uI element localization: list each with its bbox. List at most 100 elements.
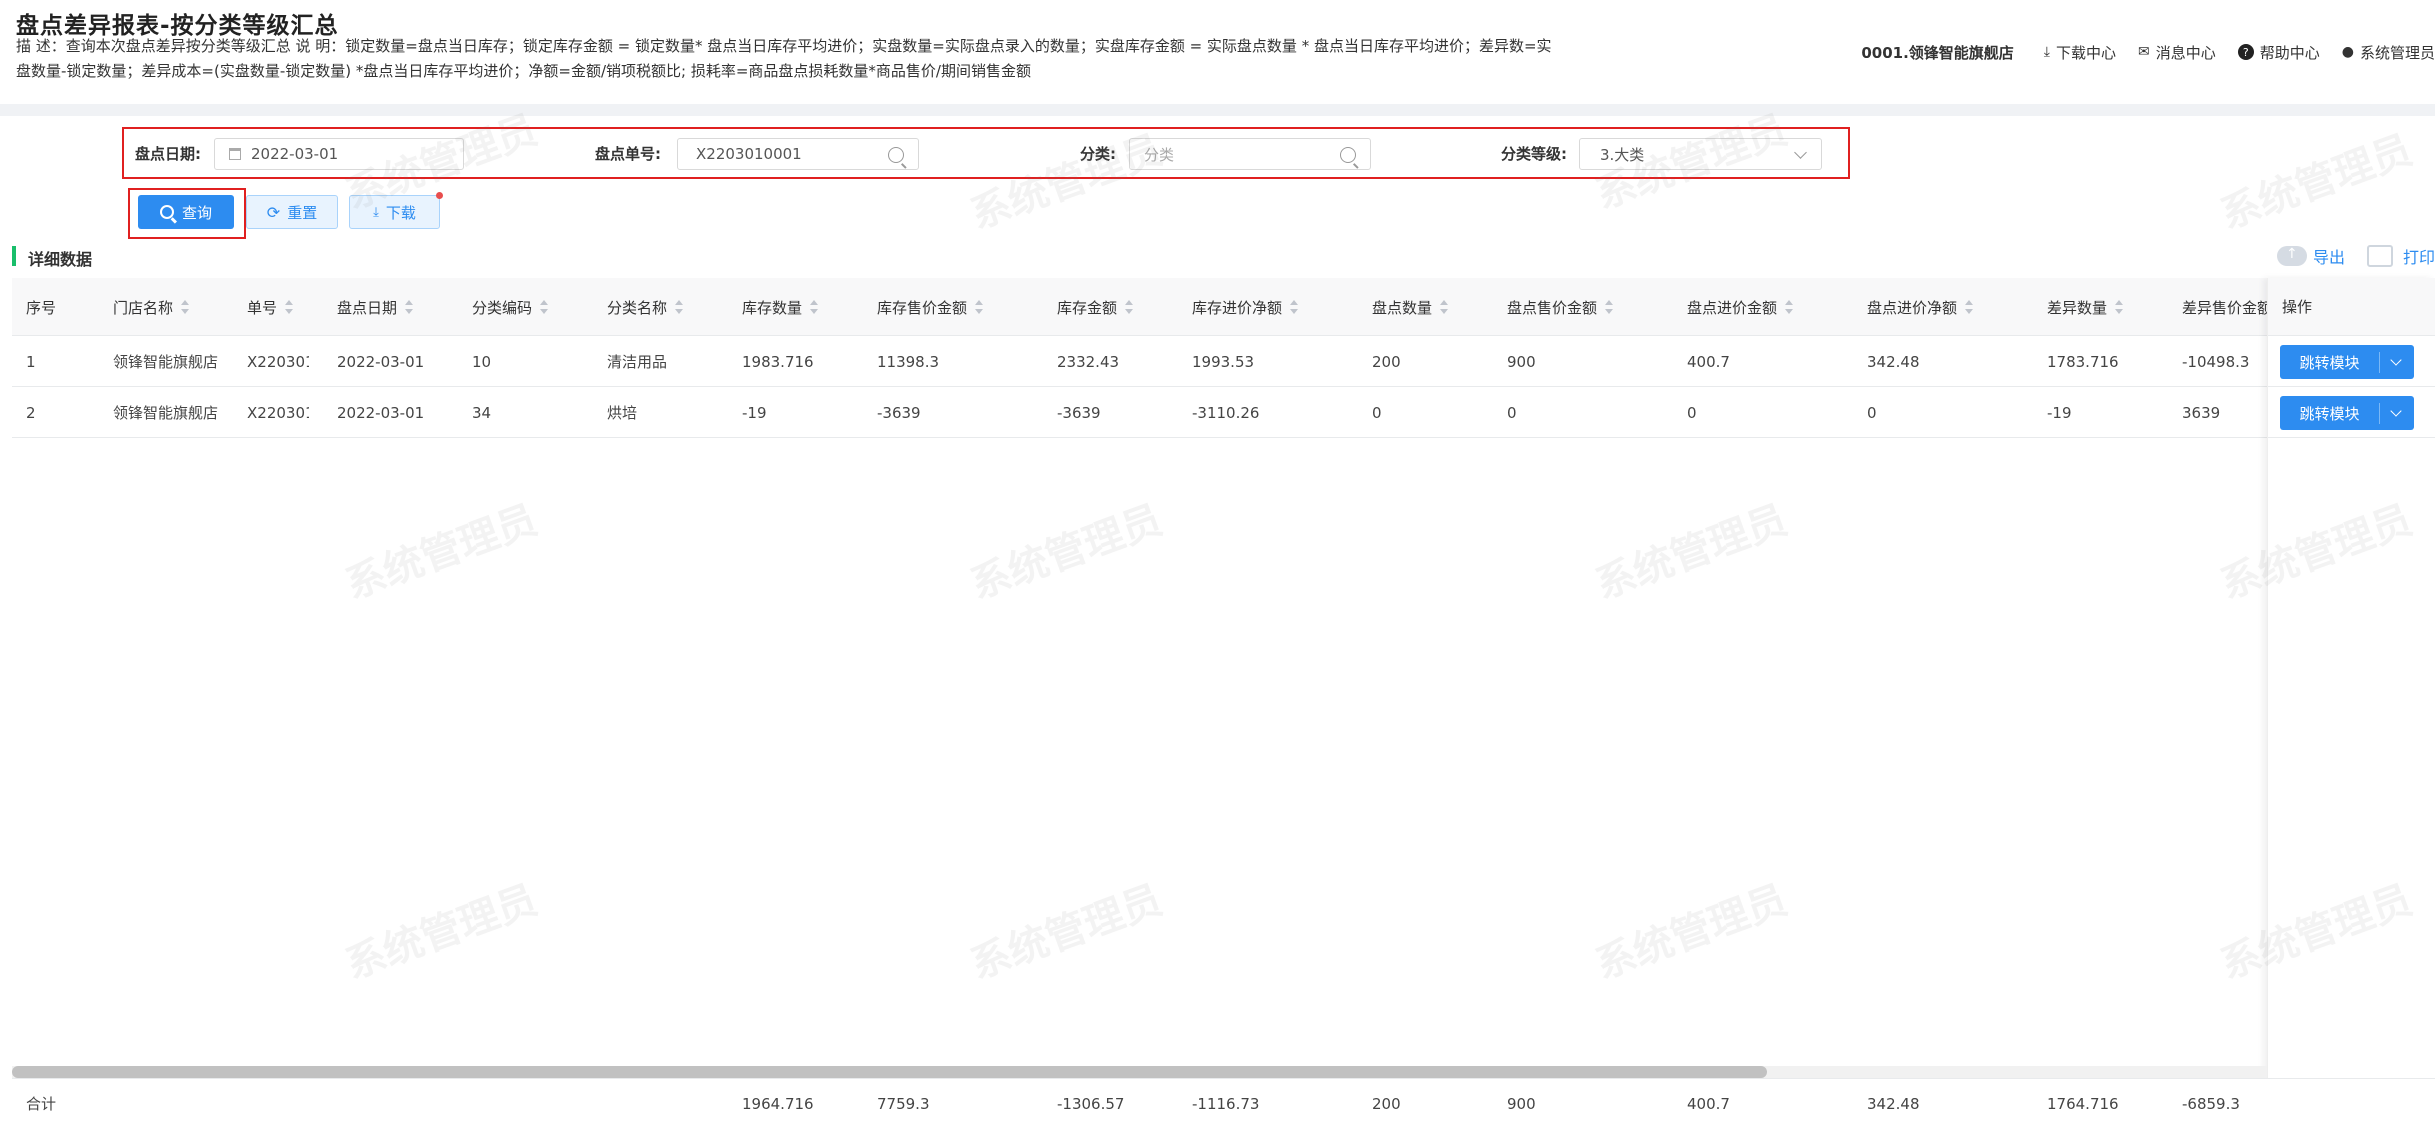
column-header[interactable]: 盘点进价净额 [1867, 278, 2042, 336]
download-button[interactable]: ⤓ 下载 [349, 195, 440, 229]
section-accent [12, 246, 16, 266]
table-total-row: 合计 1964.716 7759.3 -1306.57 -1116.73 200 900 40… [12, 1078, 2435, 1127]
column-header[interactable]: 盘点日期 [337, 278, 467, 336]
total-cell: -6859.3 [2182, 1094, 2240, 1113]
column-header[interactable]: 分类编码 [472, 278, 602, 336]
printer-icon[interactable] [2366, 245, 2393, 267]
message-center-link[interactable]: ✉ 消息中心 [2138, 42, 2216, 63]
column-header[interactable]: 库存售价金额 [877, 278, 1052, 336]
reset-button[interactable]: ⟳ 重置 [246, 195, 338, 229]
total-cell: -1116.73 [1192, 1094, 1260, 1113]
refresh-icon: ⟳ [266, 202, 281, 222]
watermark: 系统管理员 [2214, 126, 2419, 239]
column-header[interactable]: 分类名称 [607, 278, 737, 336]
total-cell: 7759.3 [877, 1094, 930, 1113]
download-icon: ⤓ [373, 204, 379, 220]
jump-module-label: 跳转模块 [2280, 351, 2380, 373]
jump-module-button[interactable]: 跳转模块 [2280, 396, 2414, 430]
column-header[interactable]: 库存数量 [742, 278, 872, 336]
table-cell: 1783.716 [2047, 352, 2119, 371]
column-header-label: 库存金额 [1057, 298, 1118, 317]
level-select[interactable]: 3.大类 [1579, 138, 1822, 170]
sort-icon[interactable] [1965, 300, 1974, 314]
chevron-down-icon[interactable] [2380, 345, 2414, 379]
total-cell [113, 1079, 243, 1127]
column-header-label: 库存进价净额 [1192, 298, 1283, 317]
table-cell: 400.7 [1687, 352, 1730, 371]
sort-icon[interactable] [810, 300, 819, 314]
sort-icon[interactable] [975, 300, 984, 314]
total-cell [247, 1079, 332, 1127]
column-header[interactable]: 盘点数量 [1372, 278, 1502, 336]
table-cell: 11398.3 [877, 352, 940, 371]
table-cell: 烘培 [607, 404, 638, 422]
column-header[interactable]: 盘点售价金额 [1507, 278, 1682, 336]
table-cell: 342.48 [1867, 352, 1920, 371]
total-cell [472, 1079, 602, 1127]
table-cell: -19 [742, 403, 767, 422]
sort-icon[interactable] [1785, 300, 1794, 314]
table-cell: X2203010001 [247, 352, 309, 371]
column-header[interactable]: 差异售价金额 [2182, 278, 2289, 336]
sort-icon[interactable] [1290, 300, 1299, 314]
table-cell: 10 [472, 352, 492, 371]
user-menu[interactable]: ● 系统管理员 [2342, 42, 2435, 63]
order-input[interactable]: X2203010001 [677, 138, 919, 170]
sort-icon[interactable] [1440, 300, 1449, 314]
table-cell: 1983.716 [742, 352, 814, 371]
cloud-upload-icon[interactable] [2276, 246, 2307, 266]
export-button[interactable]: 导出 [2313, 244, 2345, 268]
jump-module-button[interactable]: 跳转模块 [2280, 345, 2414, 379]
horizontal-scrollbar[interactable] [12, 1066, 2267, 1078]
column-header-label: 差异数量 [2047, 298, 2108, 317]
user-name: 系统管理员 [2359, 43, 2435, 62]
column-header-label: 差异售价金额 [2182, 298, 2273, 317]
table-cell: 1 [26, 352, 36, 371]
column-header[interactable]: 门店名称 [113, 278, 243, 336]
jump-module-label: 跳转模块 [2280, 402, 2380, 424]
order-value: X2203010001 [696, 145, 802, 163]
chevron-down-icon[interactable] [2380, 396, 2414, 430]
print-button[interactable]: 打印 [2403, 244, 2435, 268]
table-cell: 0 [1867, 403, 1877, 422]
download-center-label: 下载中心 [2055, 43, 2116, 62]
sort-icon[interactable] [1125, 300, 1134, 314]
help-center-link[interactable]: ? 帮助中心 [2237, 42, 2320, 63]
filter-bar: 盘点日期: 2022-03-01 盘点单号: X2203010001 分类: 分… [122, 127, 1850, 179]
sort-icon[interactable] [675, 300, 684, 314]
download-icon: ⤓ [2043, 44, 2050, 60]
data-table: 序号 门店名称 单号 盘点日期 分类编码 分类名称 库存数量 库存售价金额 库存金额 库存进价净额… [12, 278, 2435, 1078]
sort-icon[interactable] [1605, 300, 1614, 314]
column-header: 序号 [26, 278, 106, 336]
table-cell: -10498.3 [2182, 352, 2250, 371]
table-cell: -3110.26 [1192, 403, 1260, 422]
column-header[interactable]: 库存金额 [1057, 278, 1187, 336]
message-center-label: 消息中心 [2155, 43, 2216, 62]
column-header[interactable]: 盘点进价金额 [1687, 278, 1862, 336]
column-header[interactable]: 差异数量 [2047, 278, 2177, 336]
table-row[interactable]: 1 领锋智能旗舰店 X2203010001 2022-03-01 10 清洁用品 1983.… [12, 336, 2435, 387]
header-divider [0, 104, 2435, 116]
scrollbar-thumb[interactable] [12, 1066, 1767, 1078]
sort-icon[interactable] [540, 300, 549, 314]
sort-icon[interactable] [405, 300, 414, 314]
date-input[interactable]: 2022-03-01 [214, 138, 464, 170]
column-header-label: 库存售价金额 [877, 298, 968, 317]
sort-icon[interactable] [2115, 300, 2124, 314]
search-icon[interactable] [888, 147, 904, 163]
column-header[interactable]: 单号 [247, 278, 332, 336]
category-input[interactable]: 分类 [1129, 138, 1371, 170]
search-icon[interactable] [1340, 147, 1356, 163]
table-cell: 领锋智能旗舰店 [113, 353, 219, 371]
table-row[interactable]: 2 领锋智能旗舰店 X2203010001 2022-03-01 34 烘培 -19 -363… [12, 387, 2435, 438]
query-button[interactable]: 查询 [138, 195, 234, 229]
column-header[interactable]: 库存进价净额 [1192, 278, 1367, 336]
sort-icon[interactable] [181, 300, 190, 314]
column-header-label: 分类名称 [607, 298, 668, 317]
sort-icon[interactable] [285, 300, 294, 314]
table-cell: 清洁用品 [607, 353, 668, 371]
download-center-link[interactable]: ⤓ 下载中心 [2044, 42, 2116, 63]
notification-dot [436, 192, 443, 199]
store-name[interactable]: 0001.领锋智能旗舰店 [1861, 42, 2013, 63]
column-header-label: 分类编码 [472, 298, 533, 317]
